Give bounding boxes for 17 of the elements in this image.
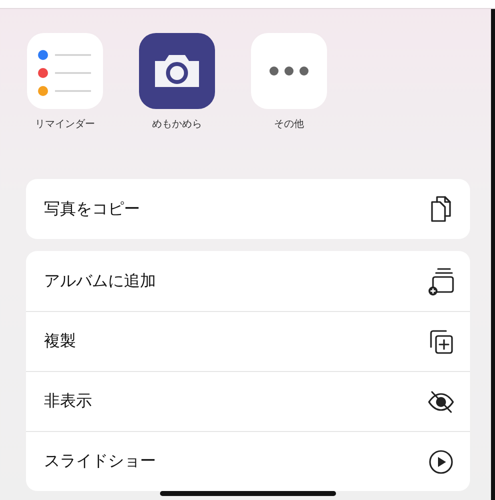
action-label: 写真をコピー (44, 198, 140, 220)
action-row[interactable]: 非表示 (26, 371, 470, 431)
app-icon[interactable] (251, 33, 327, 109)
action-label: アルバムに追加 (44, 270, 156, 292)
action-row[interactable]: 複製 (26, 311, 470, 371)
action-label: 複製 (44, 331, 76, 352)
app-icon[interactable] (27, 33, 103, 109)
action-row[interactable]: 写真をコピー (26, 179, 470, 239)
action-row[interactable]: アルバムに追加 (26, 251, 470, 311)
action-label: スライドショー (44, 451, 156, 472)
app-label: その他 (274, 118, 304, 131)
album-add-icon (426, 266, 456, 296)
action-label: 非表示 (44, 391, 92, 412)
app-label: めもかめら (152, 118, 202, 131)
more-icon (269, 66, 309, 76)
app-icon[interactable] (139, 33, 215, 109)
app-label: リマインダー (35, 118, 95, 131)
